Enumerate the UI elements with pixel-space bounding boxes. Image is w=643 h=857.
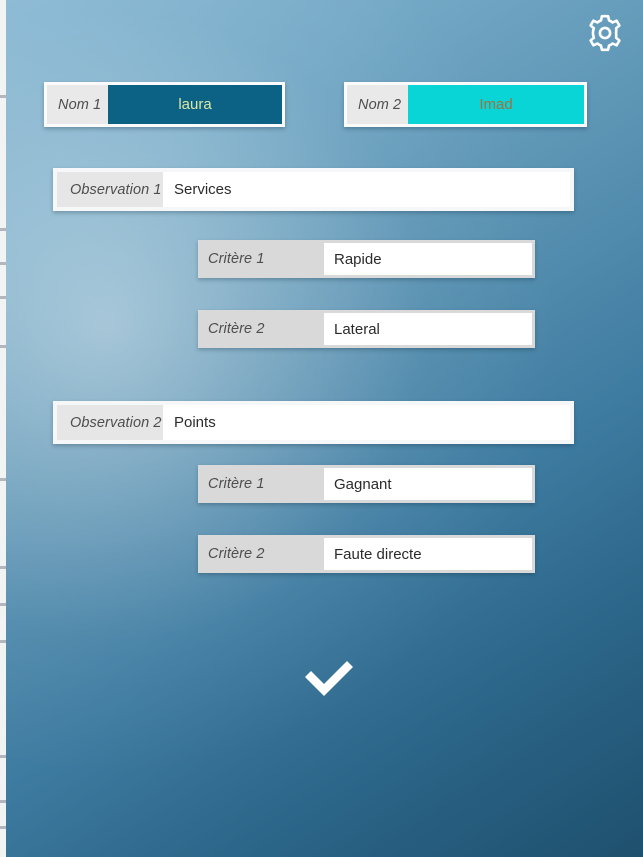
observation-2-criterion-1-label: Critère 1 (208, 476, 265, 492)
observation-1-row[interactable]: Observation 1 Services (53, 168, 574, 211)
observation-2-label: Observation 2 (57, 405, 163, 440)
observation-1-criterion-2-label: Critère 2 (208, 321, 265, 337)
observation-1-criterion-1-row[interactable]: Critère 1 Rapide (198, 240, 535, 278)
observation-2-criterion-2-input[interactable]: Faute directe (324, 538, 532, 570)
observation-1-label: Observation 1 (57, 172, 163, 207)
settings-button[interactable] (581, 9, 629, 57)
nom-2-value[interactable]: Imad (408, 85, 584, 124)
app-root: Nom 1 laura Nom 2 Imad Observation 1 Ser… (0, 0, 643, 857)
observation-1-criterion-1-label: Critère 1 (208, 251, 265, 267)
observation-2-criterion-2-row[interactable]: Critère 2 Faute directe (198, 535, 535, 573)
nom-1-label: Nom 1 (47, 85, 108, 124)
check-icon (297, 650, 361, 711)
nom-2-label: Nom 2 (347, 85, 408, 124)
observation-2-criterion-1-input[interactable]: Gagnant (324, 468, 532, 500)
gear-icon (584, 12, 626, 54)
app-surface: Nom 1 laura Nom 2 Imad Observation 1 Ser… (6, 0, 643, 857)
observation-2-criterion-2-label: Critère 2 (208, 546, 265, 562)
observation-1-input[interactable]: Services (163, 172, 570, 207)
observation-2-input[interactable]: Points (163, 405, 570, 440)
nom-1-value[interactable]: laura (108, 85, 282, 124)
observation-1-criterion-2-input[interactable]: Lateral (324, 313, 532, 345)
observation-2-criterion-1-row[interactable]: Critère 1 Gagnant (198, 465, 535, 503)
observation-2-row[interactable]: Observation 2 Points (53, 401, 574, 444)
confirm-button[interactable] (290, 645, 368, 715)
observation-1-criterion-2-row[interactable]: Critère 2 Lateral (198, 310, 535, 348)
observation-1-criterion-1-input[interactable]: Rapide (324, 243, 532, 275)
nom-1-row[interactable]: Nom 1 laura (44, 82, 285, 127)
nom-2-row[interactable]: Nom 2 Imad (344, 82, 587, 127)
